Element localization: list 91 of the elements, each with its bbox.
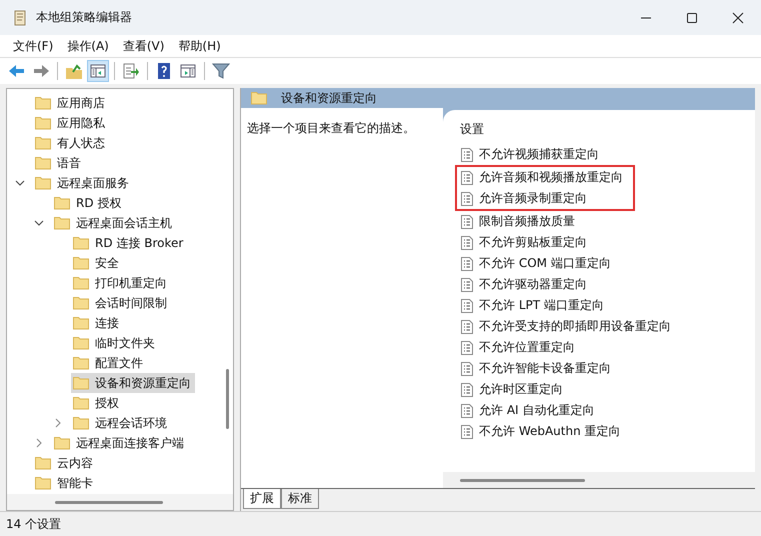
folder-icon — [73, 296, 89, 310]
setting-item[interactable]: 不允许受支持的即插即用设备重定向 — [455, 316, 677, 337]
tree-item[interactable]: 授权 — [71, 393, 123, 413]
setting-icon — [461, 256, 473, 270]
chevron-right-icon[interactable] — [53, 418, 63, 428]
folder-icon — [35, 156, 51, 170]
setting-icon — [461, 320, 473, 334]
setting-icon — [461, 424, 473, 438]
folder-icon — [73, 236, 89, 250]
setting-item[interactable]: 不允许 LPT 端口重定向 — [455, 295, 635, 316]
tree-item[interactable]: 设备和资源重定向 — [71, 373, 195, 393]
menu-item[interactable]: 查看(V) — [116, 36, 172, 56]
chevron-down-icon[interactable] — [34, 218, 44, 228]
setting-item[interactable]: 允许音频和视频播放重定向 — [455, 165, 635, 188]
folder-icon — [35, 476, 51, 490]
setting-item[interactable]: 不允许智能卡设备重定向 — [455, 358, 635, 379]
setting-item[interactable]: 不允许视频捕获重定向 — [455, 144, 635, 165]
close-icon — [732, 12, 744, 24]
folder-icon — [54, 196, 70, 210]
folder-icon — [35, 96, 51, 110]
setting-icon — [461, 148, 473, 162]
folder-icon — [73, 396, 89, 410]
setting-icon — [461, 278, 473, 292]
tree-item[interactable]: 云内容 — [33, 453, 97, 473]
tree-item[interactable]: RD 连接 Broker — [71, 233, 188, 253]
scroll-icon — [12, 8, 28, 26]
setting-item[interactable]: 允许音频录制重定向 — [455, 188, 635, 211]
tree-item[interactable]: 临时文件夹 — [71, 333, 159, 353]
folder-icon — [73, 316, 89, 330]
setting-item[interactable]: 不允许驱动器重定向 — [455, 274, 635, 295]
tab[interactable]: 标准 — [281, 489, 319, 509]
folder-icon — [35, 456, 51, 470]
setting-item[interactable]: 允许时区重定向 — [455, 379, 635, 400]
setting-icon — [461, 214, 473, 228]
tree-item[interactable]: 应用隐私 — [33, 113, 109, 133]
tree-item[interactable]: 语音 — [33, 153, 85, 173]
setting-icon — [461, 170, 473, 184]
tree-item[interactable]: 远程会话环境 — [71, 413, 171, 433]
setting-item[interactable]: 限制音频播放质量 — [455, 211, 635, 232]
tree-item[interactable]: 应用商店 — [33, 93, 109, 113]
tree-item[interactable]: RD 授权 — [52, 193, 126, 213]
folder-icon — [35, 176, 51, 190]
tree-item[interactable]: 会话时间限制 — [71, 293, 171, 313]
folder-icon — [35, 116, 51, 130]
tree-item[interactable]: 远程桌面连接客户端 — [52, 433, 188, 453]
tree-item[interactable]: 打印机重定向 — [71, 273, 171, 293]
folder-icon — [73, 256, 89, 270]
setting-icon — [461, 192, 473, 206]
setting-icon — [461, 236, 473, 250]
scrollbar-thumb[interactable] — [55, 500, 163, 504]
tree-item[interactable]: 远程桌面服务 — [33, 173, 133, 193]
menu-item[interactable]: 文件(F) — [6, 36, 60, 56]
column-header[interactable]: 设置 — [455, 110, 489, 144]
description-text: 选择一个项目来查看它的描述。 — [247, 121, 415, 135]
folder-icon — [73, 336, 89, 350]
setting-item[interactable]: 不允许 WebAuthn 重定向 — [455, 421, 635, 442]
tree-item[interactable]: 配置文件 — [71, 353, 147, 373]
folder-icon — [73, 356, 89, 370]
setting-icon — [461, 340, 473, 354]
window-title: 本地组策略编辑器 — [36, 9, 133, 26]
status-text: 14 个设置 — [6, 516, 62, 532]
tree-item[interactable]: 有人状态 — [33, 133, 109, 153]
scrollbar-thumb[interactable] — [226, 369, 229, 429]
folder-icon — [54, 436, 70, 450]
setting-item[interactable]: 不允许剪贴板重定向 — [455, 232, 635, 253]
folder-icon — [54, 216, 70, 230]
setting-icon — [461, 382, 473, 396]
folder-icon — [251, 91, 267, 105]
folder-icon — [73, 376, 89, 390]
setting-icon — [461, 298, 473, 312]
setting-icon — [461, 362, 473, 376]
setting-item[interactable]: 允许 AI 自动化重定向 — [455, 400, 635, 421]
setting-item[interactable]: 不允许位置重定向 — [455, 337, 635, 358]
tree-item[interactable]: 智能卡 — [33, 473, 97, 493]
tree-item[interactable]: 远程桌面会话主机 — [52, 213, 176, 233]
setting-icon — [461, 404, 473, 418]
scrollbar-thumb[interactable] — [460, 478, 585, 482]
tree-item[interactable]: 连接 — [71, 313, 123, 333]
show-tree-button[interactable] — [87, 60, 109, 82]
menu-item[interactable]: 操作(A) — [60, 36, 116, 56]
tab[interactable]: 扩展 — [243, 489, 281, 509]
maximize-icon — [686, 12, 698, 24]
setting-item[interactable]: 不允许 COM 端口重定向 — [455, 253, 635, 274]
menu-item[interactable]: 帮助(H) — [171, 36, 228, 56]
chevron-down-icon[interactable] — [15, 178, 25, 188]
folder-icon — [73, 276, 89, 290]
folder-icon — [35, 136, 51, 150]
tree-item[interactable]: 安全 — [71, 253, 123, 273]
chevron-right-icon[interactable] — [34, 438, 44, 448]
details-title: 设备和资源重定向 — [281, 90, 377, 106]
folder-icon — [73, 416, 89, 430]
